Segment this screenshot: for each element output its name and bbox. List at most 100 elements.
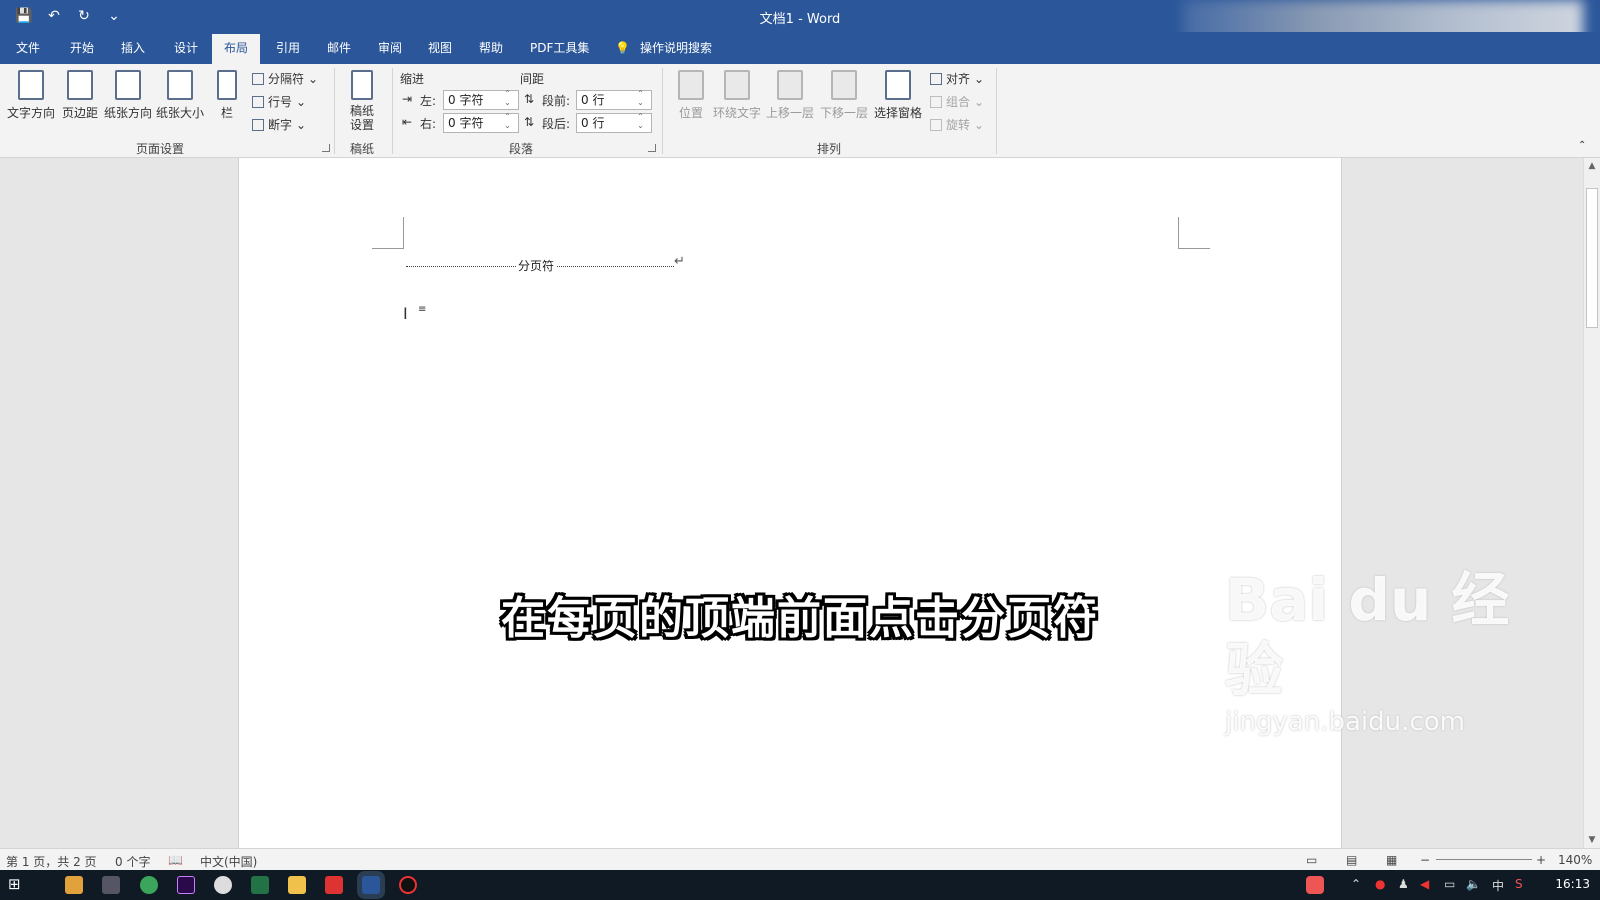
volume-icon[interactable]: 🔈	[1466, 877, 1481, 891]
language-indicator[interactable]: 中文(中国)	[200, 853, 257, 870]
breaks-button[interactable]: 分隔符 ⌄	[252, 70, 318, 87]
zoom-out-icon[interactable]: −	[1420, 853, 1430, 867]
group-divider	[334, 68, 335, 154]
tab-file[interactable]: 文件	[8, 32, 48, 64]
windows-start-icon[interactable]: ⊞	[8, 875, 21, 893]
file-explorer-icon[interactable]	[288, 876, 306, 894]
paragraph-launcher-icon[interactable]	[648, 144, 656, 152]
speaker-tray-icon[interactable]: ◀	[1420, 877, 1429, 891]
text-direction-button[interactable]: 文字方向	[6, 70, 56, 121]
orientation-button[interactable]: 纸张方向	[103, 70, 153, 121]
word-count[interactable]: 0 个字	[115, 853, 150, 870]
scroll-down-icon[interactable]: ▼	[1584, 832, 1600, 848]
tab-references[interactable]: 引用	[268, 32, 308, 64]
spacing-before-input[interactable]: 0 行	[576, 89, 652, 110]
tab-layout[interactable]: 布局	[212, 34, 260, 64]
draft-group-label: 稿纸	[349, 142, 374, 156]
spacing-before-icon: ⇅	[524, 92, 535, 106]
title-bar: 💾 ↶ ↻ ⌄ 文档1 - Word	[0, 0, 1600, 80]
indent-left-label: 左:	[420, 94, 437, 108]
page-setup-launcher-icon[interactable]	[322, 144, 330, 152]
indent-left-input[interactable]: 0 字符	[443, 89, 519, 110]
margins-label: 页边距	[61, 106, 98, 120]
excel-icon[interactable]	[251, 876, 269, 894]
browser-icon[interactable]	[140, 876, 158, 894]
vertical-scrollbar[interactable]: ▲ ▼	[1583, 158, 1600, 848]
group-divider	[662, 68, 663, 154]
position-icon	[678, 70, 704, 100]
tab-review[interactable]: 审阅	[370, 32, 410, 64]
read-mode-icon[interactable]: ▭	[1306, 853, 1317, 867]
tab-design[interactable]: 设计	[166, 32, 206, 64]
tell-me-search[interactable]: 💡 操作说明搜索	[615, 32, 712, 64]
selection-pane-button[interactable]: 选择窗格	[872, 70, 924, 121]
indent-right-input[interactable]: 0 字符	[443, 112, 519, 133]
selection-pane-icon	[885, 70, 911, 100]
ribbon: 文字方向 页边距 纸张方向 纸张大小 栏 分隔符 ⌄ 行号 ⌄ 断字 ⌄ 页面设置 稿…	[0, 64, 1600, 158]
tab-insert[interactable]: 插入	[113, 32, 153, 64]
rotate-label: 旋转	[946, 118, 971, 132]
tab-mailings[interactable]: 邮件	[319, 32, 359, 64]
sogou-icon[interactable]	[1306, 876, 1324, 894]
group-button[interactable]: 组合 ⌄	[930, 93, 984, 110]
web-layout-icon[interactable]: ▦	[1386, 853, 1397, 867]
line-numbers-button[interactable]: 行号 ⌄	[252, 93, 306, 110]
qq-tray-icon[interactable]: ♟	[1398, 877, 1409, 891]
clapper-icon[interactable]	[102, 876, 120, 894]
page-break-label: 分页符	[516, 258, 557, 274]
tab-view[interactable]: 视图	[420, 32, 460, 64]
premiere-icon[interactable]	[177, 876, 195, 894]
tab-home[interactable]: 开始	[62, 32, 102, 64]
spacing-header: 间距	[520, 72, 545, 86]
media-player-icon[interactable]	[65, 876, 83, 894]
zoom-in-icon[interactable]: +	[1536, 853, 1546, 867]
print-layout-icon[interactable]: ▤	[1346, 853, 1357, 867]
breaks-icon	[252, 72, 264, 85]
rotate-button[interactable]: 旋转 ⌄	[930, 116, 984, 133]
align-icon	[930, 72, 942, 85]
collapse-ribbon-icon[interactable]: ⌃	[1578, 140, 1586, 151]
record-tray-icon[interactable]: ●	[1375, 877, 1385, 891]
position-button[interactable]: 位置	[672, 70, 710, 121]
dropdown-icon: ⌄	[974, 94, 985, 109]
group-divider	[392, 68, 393, 154]
size-button[interactable]: 纸张大小	[155, 70, 205, 121]
page-setup-group-label: 页面设置	[135, 142, 184, 156]
tray-expand-icon[interactable]: ⌃	[1351, 877, 1361, 891]
zoom-slider[interactable]	[1436, 859, 1532, 860]
spacing-after-input[interactable]: 0 行	[576, 112, 652, 133]
scroll-up-icon[interactable]: ▲	[1584, 158, 1600, 174]
margins-button[interactable]: 页边距	[58, 70, 102, 121]
page-count[interactable]: 第 1 页，共 2 页	[6, 853, 97, 870]
sogou-tray-icon[interactable]: S	[1515, 877, 1523, 891]
align-button[interactable]: 对齐 ⌄	[930, 70, 984, 87]
network-icon[interactable]: ▭	[1444, 877, 1455, 891]
line-numbers-icon	[252, 95, 264, 108]
page-break-marker[interactable]: 分页符 ↵	[406, 254, 685, 274]
recorder-icon[interactable]	[399, 876, 417, 894]
document-page[interactable]: 分页符 ↵ I ≡	[238, 158, 1342, 848]
clock[interactable]: 16:13	[1555, 877, 1590, 891]
send-backward-button[interactable]: 下移一层	[818, 70, 870, 121]
wrap-text-button[interactable]: 环绕文字	[712, 70, 762, 121]
penguin-icon[interactable]	[214, 876, 232, 894]
hyphenation-button[interactable]: 断字 ⌄	[252, 116, 306, 133]
wps-icon[interactable]	[325, 876, 343, 894]
draft-settings-button[interactable]: 稿纸设置	[340, 70, 384, 132]
tab-pdf-tools[interactable]: PDF工具集	[522, 32, 597, 64]
watermark-brand: Bai du 经验	[1225, 566, 1510, 704]
group-icon	[930, 95, 942, 108]
zoom-level[interactable]: 140%	[1558, 853, 1592, 867]
bring-forward-button[interactable]: 上移一层	[764, 70, 816, 121]
columns-label: 栏	[220, 106, 233, 120]
indent-right-icon: ⇤	[402, 115, 413, 129]
tab-help[interactable]: 帮助	[471, 32, 511, 64]
ime-indicator[interactable]: 中	[1492, 877, 1504, 894]
send-backward-icon	[831, 70, 857, 100]
position-label: 位置	[678, 106, 703, 120]
columns-button[interactable]: 栏	[212, 70, 242, 121]
word-icon[interactable]	[362, 876, 380, 894]
scroll-thumb[interactable]	[1586, 188, 1598, 328]
spacing-after-label: 段后:	[542, 117, 571, 131]
proofing-icon[interactable]: 📖	[168, 853, 183, 867]
